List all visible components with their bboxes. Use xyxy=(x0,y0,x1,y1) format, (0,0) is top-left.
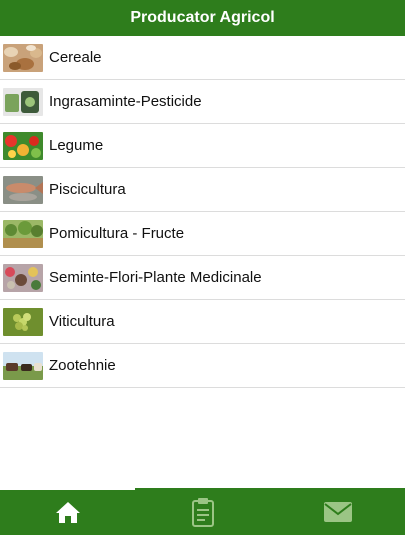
category-list: Cereale Ingrasaminte-Pesticide Legume Pi… xyxy=(0,36,405,388)
orchard-photo xyxy=(3,219,43,248)
list-item-label: Ingrasaminte-Pesticide xyxy=(49,93,202,110)
grapes-photo xyxy=(3,307,43,336)
tab-orders[interactable] xyxy=(135,488,270,535)
livestock-photo xyxy=(3,351,43,380)
vegetables-photo xyxy=(3,131,43,160)
fertilizer-photo xyxy=(3,87,43,116)
clipboard-icon xyxy=(191,497,214,527)
list-item-viticultura[interactable]: Viticultura xyxy=(0,300,405,344)
list-item-seminte-flori-plante-medicinale[interactable]: Seminte-Flori-Plante Medicinale xyxy=(0,256,405,300)
mail-icon xyxy=(323,501,352,522)
bottom-tab-bar xyxy=(0,488,405,535)
list-item-label: Pomicultura - Fructe xyxy=(49,225,185,242)
seeds-photo xyxy=(3,263,43,292)
app-header: Producator Agricol xyxy=(0,0,405,36)
grain-photo xyxy=(3,43,43,72)
list-item-label: Zootehnie xyxy=(49,357,116,374)
list-item-cereale[interactable]: Cereale xyxy=(0,36,405,80)
home-icon xyxy=(55,501,80,523)
list-item-piscicultura[interactable]: Piscicultura xyxy=(0,168,405,212)
list-item-label: Cereale xyxy=(49,49,102,66)
fish-photo xyxy=(3,175,43,204)
tab-home[interactable] xyxy=(0,488,135,535)
list-item-ingrasaminte-pesticide[interactable]: Ingrasaminte-Pesticide xyxy=(0,80,405,124)
list-item-legume[interactable]: Legume xyxy=(0,124,405,168)
list-item-label: Legume xyxy=(49,137,104,154)
list-item-pomicultura-fructe[interactable]: Pomicultura - Fructe xyxy=(0,212,405,256)
list-item-label: Piscicultura xyxy=(49,181,126,198)
list-item-label: Viticultura xyxy=(49,313,115,330)
page-title: Producator Agricol xyxy=(130,9,275,26)
list-item-label: Seminte-Flori-Plante Medicinale xyxy=(49,269,262,286)
list-item-zootehnie[interactable]: Zootehnie xyxy=(0,344,405,388)
tab-contact[interactable] xyxy=(270,488,405,535)
